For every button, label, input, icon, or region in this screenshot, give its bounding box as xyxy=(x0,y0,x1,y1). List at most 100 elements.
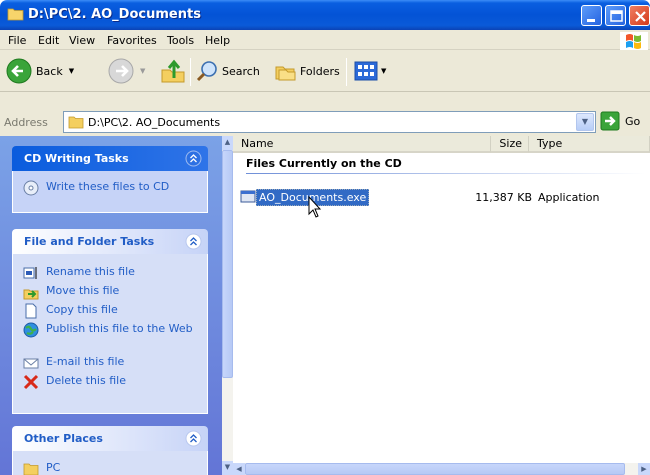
task-label: Rename this file xyxy=(46,265,135,278)
other-places-header[interactable]: Other Places xyxy=(12,426,208,451)
mouse-cursor-icon xyxy=(308,196,322,218)
search-label: Search xyxy=(222,64,260,78)
maximize-button[interactable] xyxy=(605,5,626,26)
task-email-file[interactable]: E-mail this file xyxy=(23,355,196,371)
file-size: 11,387 KB xyxy=(475,191,532,204)
views-dropdown-icon[interactable]: ▼ xyxy=(381,67,386,75)
menu-view[interactable]: View xyxy=(69,34,95,47)
task-label: Publish this file to the Web xyxy=(46,322,193,335)
go-arrow-icon xyxy=(600,111,620,131)
scroll-up-icon[interactable]: ▲ xyxy=(222,136,233,150)
task-delete-file[interactable]: Delete this file xyxy=(23,374,196,390)
go-button[interactable]: Go xyxy=(600,111,640,131)
scroll-left-icon[interactable]: ◀ xyxy=(233,463,245,475)
cd-writing-tasks-body: Write these files to CD xyxy=(12,171,208,213)
task-label: Move this file xyxy=(46,284,120,297)
file-type: Application xyxy=(538,191,600,204)
minimize-icon xyxy=(587,19,595,22)
menu-help[interactable]: Help xyxy=(205,34,230,47)
rename-icon xyxy=(23,267,37,279)
horizontal-scrollbar[interactable]: ◀ ▶ xyxy=(233,463,650,475)
collapse-chevron-icon[interactable] xyxy=(185,430,202,447)
back-dropdown-icon[interactable]: ▼ xyxy=(69,67,74,75)
address-input[interactable] xyxy=(88,115,568,129)
task-rename-file[interactable]: Rename this file xyxy=(23,265,196,281)
globe-icon xyxy=(23,322,39,338)
file-list[interactable] xyxy=(233,136,650,475)
forward-button[interactable]: ▼ xyxy=(108,58,145,84)
group-label: Files Currently on the CD xyxy=(246,157,402,170)
folder-icon xyxy=(23,463,39,475)
task-label: Write these files to CD xyxy=(46,180,170,193)
windows-logo-icon xyxy=(620,32,648,50)
menu-tools[interactable]: Tools xyxy=(167,34,194,47)
other-places-title: Other Places xyxy=(24,432,103,445)
up-folder-button[interactable] xyxy=(160,58,186,84)
move-icon xyxy=(23,289,39,300)
copy-icon xyxy=(25,303,37,319)
place-pc[interactable]: PC xyxy=(23,461,196,475)
column-header-size[interactable]: Size xyxy=(491,136,529,153)
close-button[interactable] xyxy=(629,5,650,26)
menu-favorites[interactable]: Favorites xyxy=(107,34,157,47)
task-label: Delete this file xyxy=(46,374,126,387)
email-icon xyxy=(23,358,39,369)
address-label: Address xyxy=(4,116,48,129)
back-label: Back xyxy=(36,64,63,78)
task-label: E-mail this file xyxy=(46,355,125,368)
file-folder-tasks-body: Rename this file Move this file Copy thi… xyxy=(12,254,208,414)
up-folder-icon xyxy=(161,59,185,83)
window-title: D:\PC\2. AO_Documents xyxy=(28,7,201,22)
task-label: Copy this file xyxy=(46,303,118,316)
close-icon xyxy=(635,11,646,22)
folders-icon xyxy=(275,66,296,81)
scroll-right-icon[interactable]: ▶ xyxy=(638,463,650,475)
collapse-chevron-icon[interactable] xyxy=(185,150,202,167)
minimize-button[interactable] xyxy=(581,5,602,26)
group-divider xyxy=(246,173,646,174)
address-field[interactable] xyxy=(63,111,596,133)
collapse-chevron-icon[interactable] xyxy=(185,233,202,250)
menu-edit[interactable]: Edit xyxy=(38,34,59,47)
cd-write-icon xyxy=(23,180,39,196)
address-dropdown-icon[interactable]: ▼ xyxy=(576,113,594,131)
views-button[interactable]: ▼ xyxy=(354,60,386,82)
scroll-down-icon[interactable]: ▼ xyxy=(222,461,233,475)
menu-bar: File Edit View Favorites Tools Help xyxy=(0,30,650,50)
task-write-files-to-cd[interactable]: Write these files to CD xyxy=(23,180,196,196)
cd-writing-tasks-title: CD Writing Tasks xyxy=(24,152,129,165)
task-move-file[interactable]: Move this file xyxy=(23,284,196,300)
exe-file-icon xyxy=(240,190,256,203)
maximize-icon xyxy=(610,10,623,22)
folders-button[interactable]: Folders xyxy=(274,60,340,82)
folders-label: Folders xyxy=(300,64,340,78)
search-icon xyxy=(196,61,217,82)
task-label: PC xyxy=(46,461,61,474)
search-button[interactable]: Search xyxy=(196,60,260,82)
folder-icon xyxy=(7,8,24,21)
delete-x-icon xyxy=(23,374,39,390)
toolbar-separator xyxy=(190,58,191,86)
toolbar-separator xyxy=(346,58,347,86)
folder-icon xyxy=(68,116,84,129)
back-arrow-icon xyxy=(6,58,32,84)
file-folder-tasks-title: File and Folder Tasks xyxy=(24,235,155,248)
forward-dropdown-icon[interactable]: ▼ xyxy=(140,67,145,75)
menu-file[interactable]: File xyxy=(8,34,26,47)
other-places-body: PC xyxy=(12,451,208,475)
go-label: Go xyxy=(625,114,641,128)
column-header-type[interactable]: Type xyxy=(529,136,650,153)
scrollbar-thumb[interactable] xyxy=(245,463,625,475)
task-pane: CD Writing Tasks Write these files to CD… xyxy=(0,136,222,475)
file-folder-tasks-header[interactable]: File and Folder Tasks xyxy=(12,229,208,254)
task-publish-web[interactable]: Publish this file to the Web xyxy=(23,322,196,338)
task-copy-file[interactable]: Copy this file xyxy=(23,303,196,319)
file-row[interactable]: AO_Documents.exe 11,387 KB Application xyxy=(238,188,638,206)
back-button[interactable]: Back ▼ xyxy=(6,58,74,84)
forward-arrow-icon xyxy=(108,58,134,84)
title-bar[interactable]: D:\PC\2. AO_Documents xyxy=(0,0,650,30)
cd-writing-tasks-header[interactable]: CD Writing Tasks xyxy=(12,146,208,171)
scrollbar-thumb[interactable] xyxy=(222,150,233,378)
column-header-name[interactable]: Name xyxy=(233,136,491,153)
views-grid-icon xyxy=(354,61,378,81)
